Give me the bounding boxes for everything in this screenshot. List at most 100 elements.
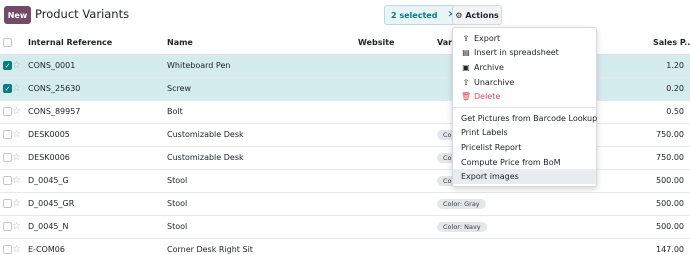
menu-item-compute-price-from-bom[interactable]: Compute Price from BoM [453,155,596,170]
row-checkbox-cell[interactable] [0,169,12,193]
row-checkbox-cell[interactable] [0,215,12,239]
menu-item-label: Get Pictures from Barcode Lookup [461,113,598,123]
name-cell: Customizable Desk [167,123,358,147]
column-header-internal-reference[interactable]: Internal Reference [28,31,167,55]
row-checkbox[interactable] [3,245,12,254]
menu-item-insert-in-spreadsheet[interactable]: ▤ Insert in spreadsheet [453,46,596,61]
column-header-sales-price[interactable]: Sales P... [653,31,690,55]
website-cell [358,169,437,193]
star-icon[interactable]: ☆ [12,60,21,71]
favorite-cell[interactable]: ☆ [12,169,28,193]
star-icon[interactable]: ☆ [12,175,21,186]
unarchive-icon: ⇧ [462,77,470,87]
star-icon[interactable]: ☆ [12,198,21,209]
menu-item-delete[interactable]: 🗑 Delete [453,89,596,104]
row-checkbox-cell[interactable] [0,100,12,124]
internal-reference-cell: DESK0006 [28,146,167,170]
row-checkbox[interactable] [3,153,12,162]
menu-item-label: Insert in spreadsheet [474,48,559,58]
actions-button[interactable]: ⚙ Actions [452,5,502,25]
sales-price-cell: 750.00 [653,146,690,170]
actions-label: Actions [465,10,499,20]
select-all-checkbox-cell[interactable] [0,31,12,55]
sales-price-cell: 750.00 [653,123,690,147]
sales-price-cell: 0.50 [653,100,690,124]
row-checkbox[interactable]: ✓ [3,84,12,93]
star-icon[interactable]: ☆ [12,106,21,117]
select-all-checkbox[interactable] [3,37,12,47]
internal-reference-cell: DESK0005 [28,123,167,147]
menu-item-pricelist-report[interactable]: Pricelist Report [453,140,596,155]
new-button[interactable]: New [4,6,31,24]
favorite-cell[interactable]: ☆ [12,238,28,255]
row-checkbox-cell[interactable] [0,146,12,170]
variant-cell: Color: Navy [437,215,653,239]
favorite-cell[interactable]: ☆ [12,215,28,239]
control-panel: New Product Variants 2 selected ✕ ⚙ Acti… [0,0,690,30]
row-checkbox-cell[interactable] [0,238,12,255]
menu-item-unarchive[interactable]: ⇧ Unarchive [453,75,596,90]
row-checkbox[interactable] [3,130,12,139]
row-checkbox[interactable] [3,176,12,185]
menu-item-get-pictures-from-barcode-lookup[interactable]: Get Pictures from Barcode Lookup [453,111,598,126]
name-cell: Bolt [167,100,358,124]
favorite-cell[interactable]: ☆ [12,192,28,216]
column-header-website[interactable]: Website [358,31,437,55]
star-icon[interactable]: ☆ [12,221,21,232]
star-icon[interactable]: ☆ [12,83,21,94]
website-cell [358,123,437,147]
menu-item-print-labels[interactable]: Print Labels [453,126,596,141]
menu-item-label: Pricelist Report [461,142,522,152]
selection-indicator: 2 selected ✕ [384,5,461,25]
variant-tag: Color: Gray [437,198,486,209]
page-title: Product Variants [35,7,130,21]
name-cell: Whiteboard Pen [167,54,358,78]
menu-item-export-images[interactable]: Export images [453,169,596,184]
row-checkbox-cell[interactable] [0,123,12,147]
menu-item-export[interactable]: ⇪ Export [453,31,596,46]
internal-reference-cell: CONS_0001 [28,54,167,78]
internal-reference-cell: D_0045_G [28,169,167,193]
favorite-cell[interactable]: ☆ [12,123,28,147]
selected-count[interactable]: 2 selected [385,6,443,24]
internal-reference-cell: CONS_89957 [28,100,167,124]
name-cell: Corner Desk Right Sit [167,238,358,255]
favorite-cell[interactable]: ☆ [12,54,28,78]
star-icon[interactable]: ☆ [12,152,21,163]
menu-item-label: Export [474,33,501,43]
table-row[interactable]: ☆ D_0045_GR Stool Color: Gray 500.00 [0,192,690,216]
sales-price-cell: 147.00 [653,238,690,255]
menu-item-archive[interactable]: ▣ Archive [453,60,596,75]
table-row[interactable]: ☆ E-COM06 Corner Desk Right Sit 147.00 [0,238,690,255]
favorite-cell[interactable]: ☆ [12,77,28,101]
menu-item-label: Export images [461,172,519,182]
variant-cell: Color: Gray [437,192,653,216]
row-checkbox[interactable] [3,222,12,231]
sales-price-cell: 500.00 [653,215,690,239]
row-checkbox[interactable]: ✓ [3,61,12,70]
table-row[interactable]: ☆ D_0045_N Stool Color: Navy 500.00 [0,215,690,239]
internal-reference-cell: D_0045_GR [28,192,167,216]
website-cell [358,146,437,170]
star-icon[interactable]: ☆ [12,129,21,140]
favorite-cell[interactable]: ☆ [12,100,28,124]
row-checkbox[interactable] [3,199,12,208]
row-checkbox[interactable] [3,107,12,116]
row-checkbox-cell[interactable] [0,192,12,216]
name-cell: Customizable Desk [167,146,358,170]
favorite-cell[interactable]: ☆ [12,146,28,170]
actions-dropdown-menu: ⇪ Export ▤ Insert in spreadsheet ▣ Archive ⇧ Un… [452,27,597,187]
star-icon[interactable]: ☆ [12,244,21,255]
sales-price-cell: 0.20 [653,77,690,101]
website-cell [358,100,437,124]
website-cell [358,238,437,255]
internal-reference-cell: E-COM06 [28,238,167,255]
row-checkbox-cell[interactable]: ✓ [0,54,12,78]
internal-reference-cell: D_0045_N [28,215,167,239]
website-cell [358,192,437,216]
name-cell: Stool [167,169,358,193]
column-header-name[interactable]: Name [167,31,358,55]
menu-item-label: Compute Price from BoM [461,157,561,167]
row-checkbox-cell[interactable]: ✓ [0,77,12,101]
upload-icon: ⇪ [462,33,470,43]
